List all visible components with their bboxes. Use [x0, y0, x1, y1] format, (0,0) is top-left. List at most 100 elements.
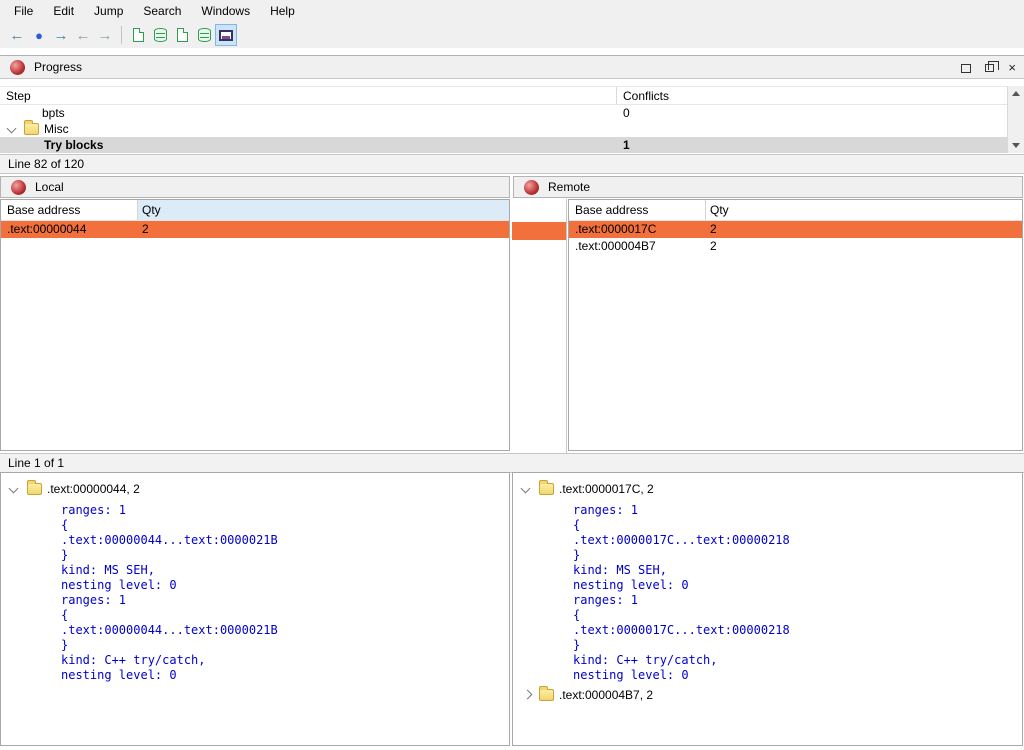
menu-jump[interactable]: Jump	[84, 1, 133, 21]
menu-file[interactable]: File	[4, 1, 43, 21]
menu-windows[interactable]: Windows	[191, 1, 260, 21]
jump-back-icon[interactable]: ←	[72, 24, 94, 46]
local-table-row[interactable]: .text:00000044 2	[1, 221, 509, 238]
diff-connector-highlight	[512, 222, 566, 240]
app-rose-icon	[11, 180, 26, 195]
column-header-qty[interactable]: Qty	[138, 200, 509, 220]
maximize-icon[interactable]	[961, 64, 971, 73]
qty-cell: 2	[706, 221, 1022, 238]
detail-line: .text:0000017C...text:00000218	[573, 533, 790, 548]
detail-line: nesting level: 0	[61, 578, 177, 593]
nav-back-icon[interactable]: ←	[6, 24, 28, 46]
remote-detail-collapsed-node[interactable]: .text:000004B7, 2	[513, 687, 1022, 703]
database-glyph	[154, 28, 167, 42]
restore-icon[interactable]	[985, 64, 994, 72]
detail-line: kind: C++ try/catch,	[61, 653, 206, 668]
database-glyph	[198, 28, 211, 42]
column-header-conflicts[interactable]: Conflicts	[617, 87, 1007, 104]
tree-row-misc[interactable]: Misc	[0, 121, 1007, 137]
scroll-down-icon[interactable]	[1008, 138, 1024, 153]
remote-table-row[interactable]: .text:000004B7 2	[569, 238, 1022, 255]
detail-line: kind: C++ try/catch,	[573, 653, 718, 668]
tree-vertical-scrollbar[interactable]	[1007, 86, 1024, 153]
detail-line: nesting level: 0	[573, 668, 689, 683]
node-label: .text:00000044, 2	[47, 481, 140, 497]
detail-line: ranges: 1	[61, 503, 126, 518]
detail-line: nesting level: 0	[573, 578, 689, 593]
menu-edit[interactable]: Edit	[43, 1, 84, 21]
jump-forward-icon[interactable]: →	[94, 24, 116, 46]
app-rose-icon	[524, 180, 539, 195]
local-detail-node[interactable]: .text:00000044, 2	[1, 481, 509, 497]
close-icon[interactable]: ×	[1008, 56, 1016, 80]
detail-line: .text:00000044...text:0000021B	[61, 533, 278, 548]
detail-line: }	[573, 548, 580, 563]
folder-icon	[27, 483, 42, 495]
tree-row-conflicts: 1	[623, 137, 630, 153]
detail-line: {	[573, 518, 580, 533]
base-address-cell: .text:0000017C	[569, 221, 706, 238]
detail-line: .text:0000017C...text:00000218	[573, 623, 790, 638]
monitor-glyph	[219, 30, 233, 41]
tree-status-text: Line 82 of 120	[8, 157, 84, 171]
page-export-icon[interactable]	[171, 24, 193, 46]
chevron-down-icon[interactable]	[521, 484, 531, 494]
remote-pane-titlebar[interactable]: Remote	[513, 176, 1023, 198]
tree-row-label: Try blocks	[44, 137, 103, 153]
detail-line: }	[61, 548, 68, 563]
progress-window-titlebar[interactable]: Progress ×	[0, 55, 1024, 79]
local-detail-pane: .text:00000044, 2 ranges: 1 { .text:0000…	[0, 472, 510, 746]
chevron-down-icon[interactable]	[7, 124, 17, 134]
page-import-icon[interactable]	[127, 24, 149, 46]
remote-table-row[interactable]: .text:0000017C 2	[569, 221, 1022, 238]
remote-table-header: Base address Qty	[569, 200, 1022, 221]
remote-detail-node[interactable]: .text:0000017C, 2	[513, 481, 1022, 497]
tree-row-label: Misc	[44, 121, 69, 137]
node-label: .text:0000017C, 2	[559, 481, 654, 497]
detail-line: {	[61, 518, 68, 533]
local-table: Base address Qty .text:00000044 2	[0, 199, 510, 451]
tree-row-bpts[interactable]: bpts 0	[0, 105, 1007, 121]
nav-forward-icon[interactable]: →	[50, 24, 72, 46]
scroll-up-icon[interactable]	[1008, 86, 1024, 101]
toolbar: ← ● → ← →	[0, 22, 1024, 48]
chevron-right-icon[interactable]	[523, 690, 533, 700]
window-title: Progress	[34, 60, 82, 74]
detail-line: ranges: 1	[573, 503, 638, 518]
folder-icon	[24, 123, 39, 135]
column-header-qty[interactable]: Qty	[706, 200, 1022, 220]
tree-row-label: bpts	[42, 105, 65, 121]
detail-line: {	[61, 608, 68, 623]
tree-column-headers: Step Conflicts	[0, 86, 1007, 105]
local-pane-titlebar[interactable]: Local	[0, 176, 510, 198]
detail-status-text: Line 1 of 1	[8, 456, 64, 470]
tree-row-try-blocks-selected[interactable]: Try blocks 1	[0, 137, 1007, 153]
menubar: File Edit Jump Search Windows Help	[0, 0, 1024, 22]
detail-line: kind: MS SEH,	[61, 563, 155, 578]
tree-status-bar: Line 82 of 120	[0, 154, 1024, 174]
column-header-step[interactable]: Step	[0, 87, 617, 104]
menu-help[interactable]: Help	[260, 1, 305, 21]
folder-icon	[539, 483, 554, 495]
stop-record-icon[interactable]: ●	[28, 24, 50, 46]
detail-status-bar: Line 1 of 1	[0, 453, 1024, 473]
detail-line: .text:00000044...text:0000021B	[61, 623, 278, 638]
detail-line: }	[61, 638, 68, 653]
chevron-down-icon[interactable]	[9, 484, 19, 494]
column-header-base-address[interactable]: Base address	[1, 200, 138, 220]
tree-row-conflicts: 0	[623, 105, 630, 121]
node-label: .text:000004B7, 2	[559, 687, 653, 703]
database-sync-icon[interactable]	[193, 24, 215, 46]
remote-detail-pane: .text:0000017C, 2 ranges: 1 { .text:0000…	[512, 472, 1023, 746]
menu-search[interactable]: Search	[133, 1, 191, 21]
local-pane-title: Local	[35, 180, 64, 194]
app-rose-icon	[10, 60, 25, 75]
database-icon[interactable]	[149, 24, 171, 46]
page-glyph	[177, 28, 188, 42]
remote-table: Base address Qty .text:0000017C 2 .text:…	[568, 199, 1023, 451]
monitor-view-icon[interactable]	[215, 24, 237, 46]
qty-cell: 2	[138, 221, 509, 238]
detail-line: ranges: 1	[61, 593, 126, 608]
column-header-base-address[interactable]: Base address	[569, 200, 706, 220]
toolbar-separator	[121, 26, 122, 44]
